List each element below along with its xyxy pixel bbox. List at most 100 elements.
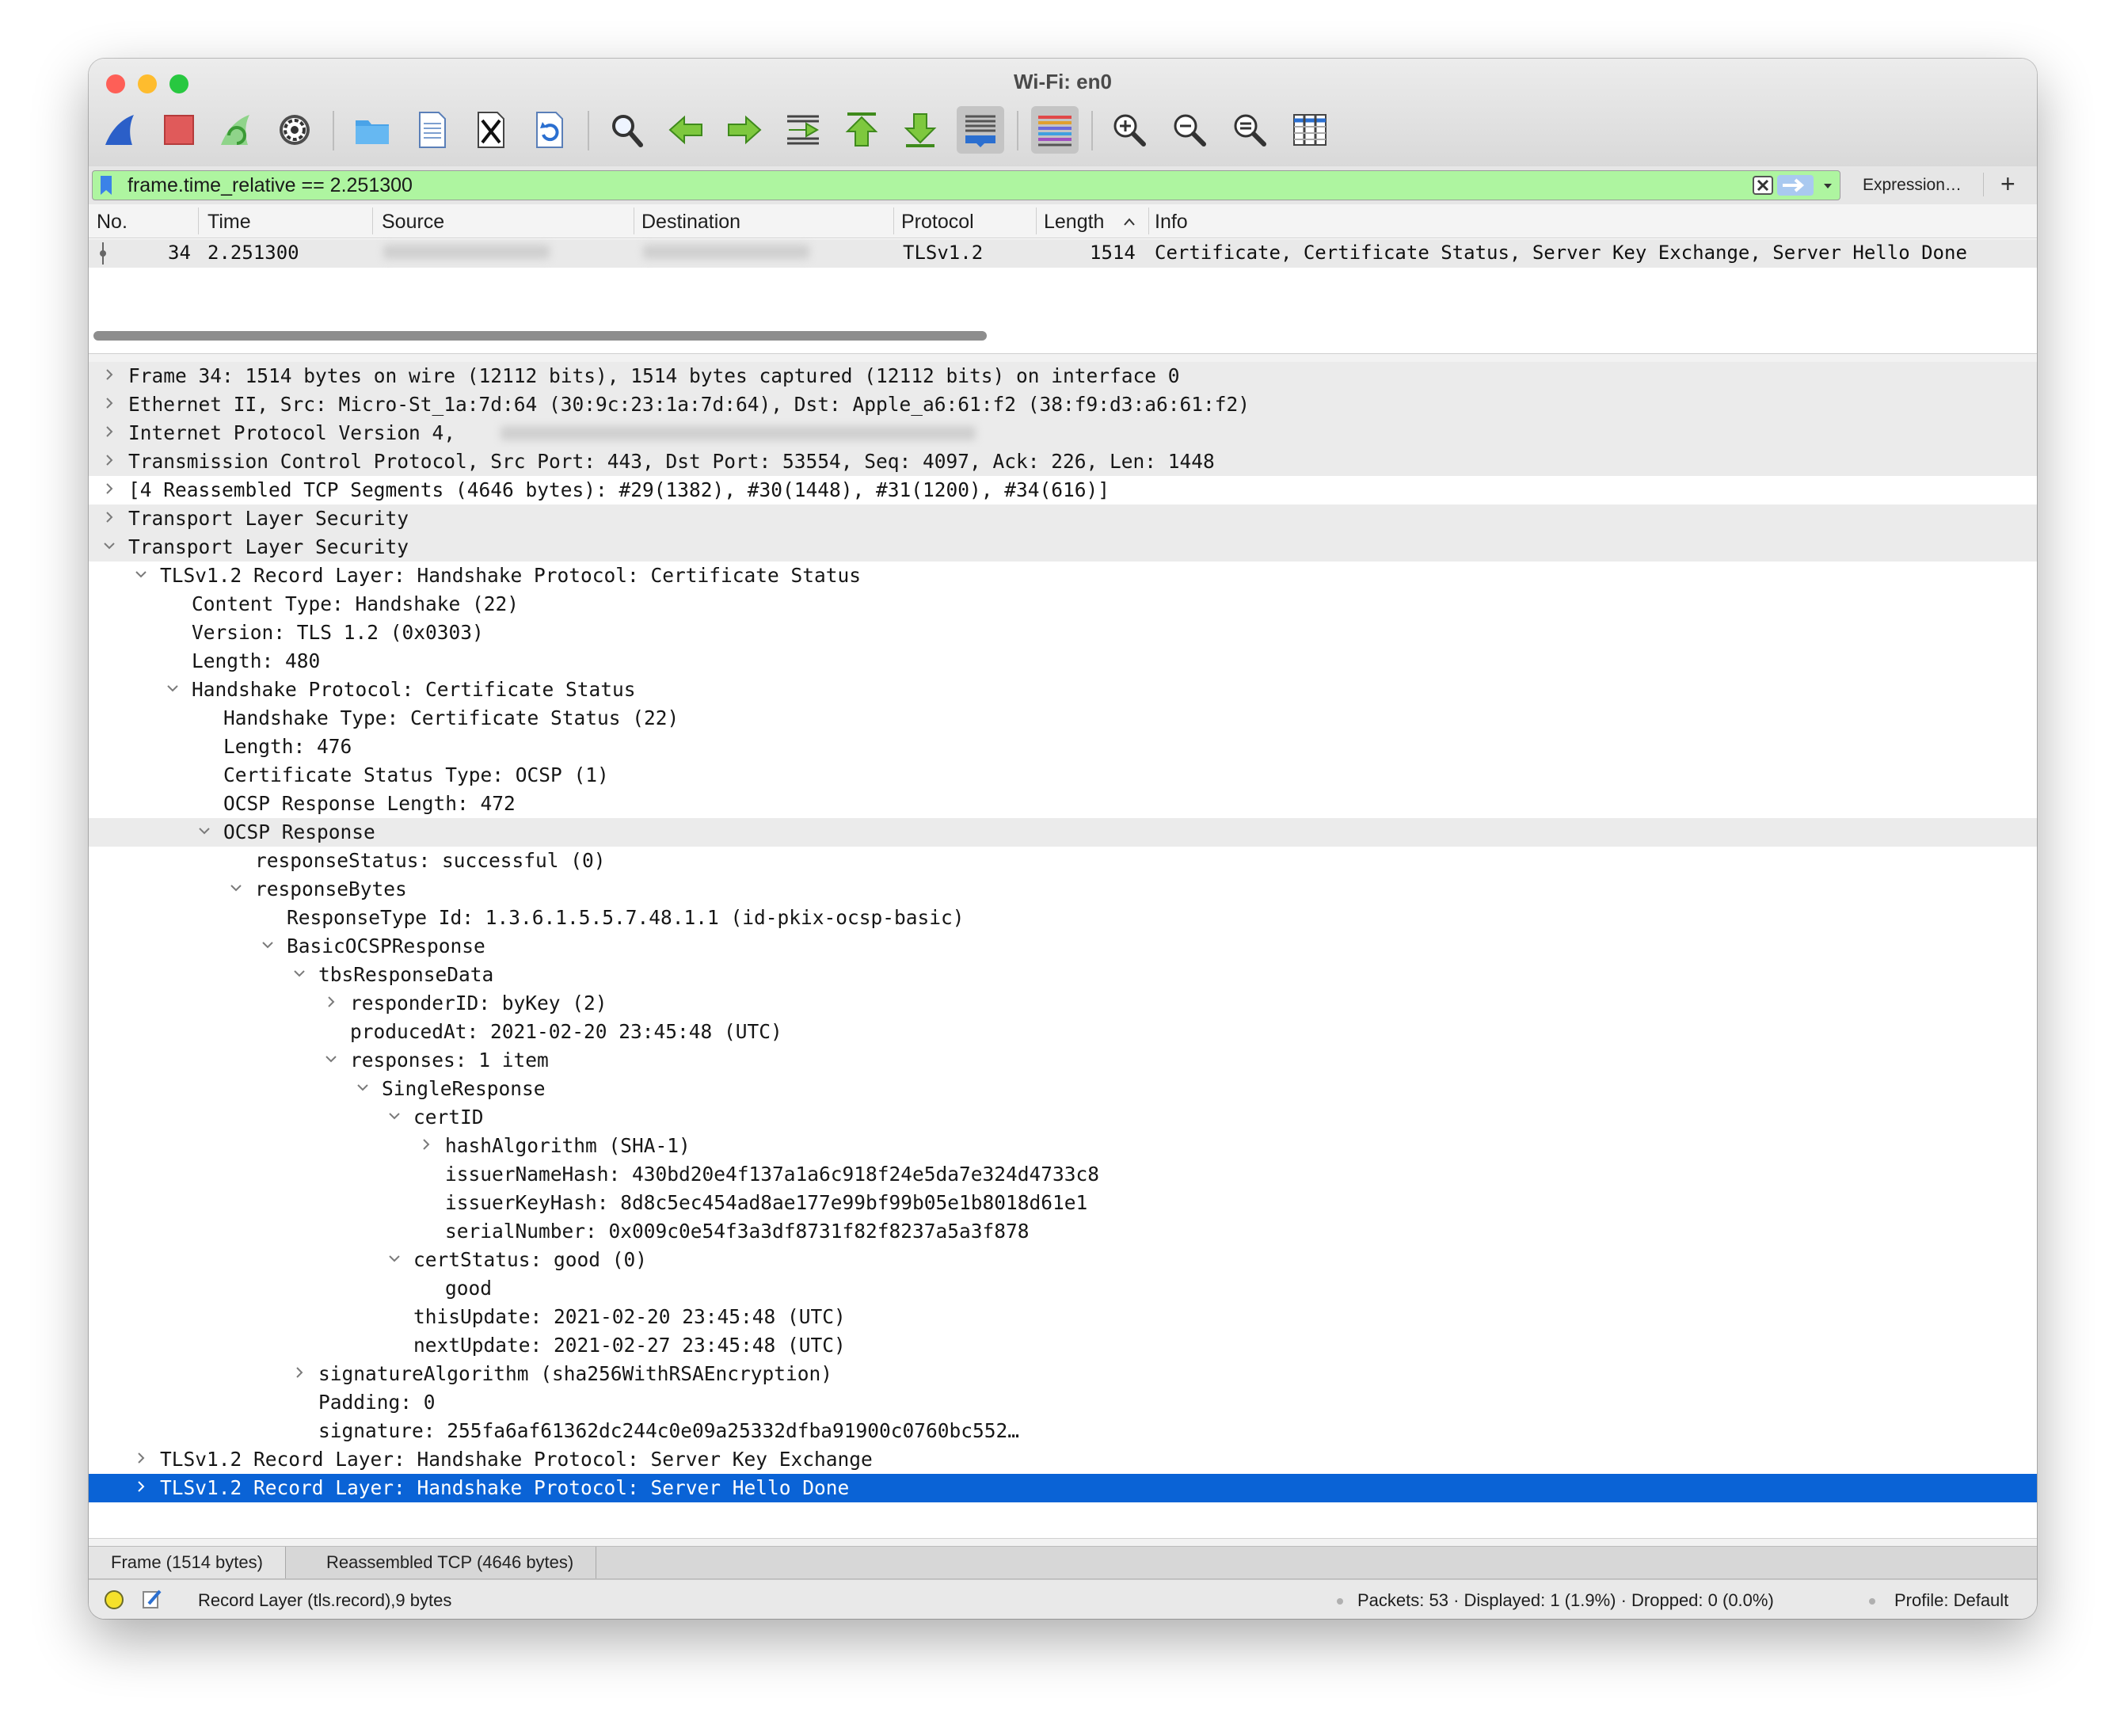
tree-row[interactable]: OCSP Response — [89, 818, 2037, 847]
colorize-button[interactable] — [1031, 106, 1079, 154]
expanded-chevron-icon[interactable] — [165, 680, 181, 696]
start-capture-button[interactable] — [97, 106, 144, 154]
collapsed-chevron-icon[interactable] — [133, 1479, 149, 1494]
tree-row[interactable]: Ethernet II, Src: Micro-St_1a:7d:64 (30:… — [89, 390, 2037, 419]
zoom-out-button[interactable] — [1166, 106, 1213, 154]
tree-row[interactable]: serialNumber: 0x009c0e54f3a3df8731f82f82… — [89, 1217, 2037, 1246]
tree-row[interactable]: Length: 476 — [89, 733, 2037, 761]
tree-row[interactable]: producedAt: 2021-02-20 23:45:48 (UTC) — [89, 1018, 2037, 1046]
tree-row[interactable]: tbsResponseData — [89, 961, 2037, 989]
collapsed-chevron-icon[interactable] — [101, 509, 117, 525]
expanded-chevron-icon[interactable] — [386, 1108, 402, 1124]
column-protocol[interactable]: Protocol — [901, 211, 974, 234]
tree-row[interactable]: issuerKeyHash: 8d8c5ec454ad8ae177e99bf99… — [89, 1189, 2037, 1217]
column-separator[interactable] — [893, 207, 894, 234]
expanded-chevron-icon[interactable] — [291, 965, 307, 981]
tree-row[interactable]: nextUpdate: 2021-02-27 23:45:48 (UTC) — [89, 1331, 2037, 1360]
find-packet-button[interactable] — [603, 106, 651, 154]
edit-comment-icon[interactable] — [141, 1588, 163, 1610]
collapsed-chevron-icon[interactable] — [323, 994, 339, 1010]
tree-row[interactable]: Version: TLS 1.2 (0x0303) — [89, 619, 2037, 647]
go-to-last-button[interactable] — [896, 106, 944, 154]
go-to-first-button[interactable] — [838, 106, 885, 154]
expanded-chevron-icon[interactable] — [355, 1079, 371, 1095]
collapsed-chevron-icon[interactable] — [418, 1136, 434, 1152]
display-filter-input[interactable]: frame.time_relative == 2.251300 — [92, 170, 1840, 200]
column-info[interactable]: Info — [1155, 211, 1188, 234]
tree-row[interactable]: Frame 34: 1514 bytes on wire (12112 bits… — [89, 362, 2037, 390]
tree-row[interactable]: issuerNameHash: 430bd20e4f137a1a6c918f24… — [89, 1160, 2037, 1189]
column-separator[interactable] — [1036, 207, 1037, 234]
reload-file-button[interactable] — [526, 106, 573, 154]
expanded-chevron-icon[interactable] — [101, 538, 117, 554]
open-file-button[interactable] — [348, 106, 396, 154]
expanded-chevron-icon[interactable] — [228, 880, 244, 896]
tree-row[interactable]: Padding: 0 — [89, 1388, 2037, 1417]
tree-row[interactable]: [4 Reassembled TCP Segments (4646 bytes)… — [89, 476, 2037, 504]
tab-frame-bytes[interactable]: Frame (1514 bytes) — [89, 1547, 286, 1578]
expanded-chevron-icon[interactable] — [260, 937, 276, 953]
restart-capture-button[interactable] — [212, 106, 260, 154]
tree-row[interactable]: good — [89, 1274, 2037, 1303]
tree-row[interactable]: BasicOCSPResponse — [89, 932, 2037, 961]
apply-filter-button[interactable] — [1776, 174, 1814, 196]
collapsed-chevron-icon[interactable] — [291, 1365, 307, 1380]
tree-row[interactable]: responseStatus: successful (0) — [89, 847, 2037, 875]
tree-row[interactable]: certID — [89, 1103, 2037, 1132]
tree-row[interactable]: OCSP Response Length: 472 — [89, 790, 2037, 818]
collapsed-chevron-icon[interactable] — [101, 481, 117, 497]
recent-filters-dropdown[interactable] — [1819, 174, 1837, 196]
tree-row[interactable]: responses: 1 item — [89, 1046, 2037, 1075]
column-time[interactable]: Time — [207, 211, 251, 234]
tree-row[interactable]: Transport Layer Security — [89, 504, 2037, 533]
clear-filter-button[interactable] — [1753, 176, 1773, 195]
tree-row[interactable]: Length: 480 — [89, 647, 2037, 676]
packet-row[interactable]: 34 2.251300 TLSv1.2 1514 Certificate, Ce… — [89, 239, 2037, 268]
tree-row[interactable]: ResponseType Id: 1.3.6.1.5.5.7.48.1.1 (i… — [89, 904, 2037, 932]
add-filter-button[interactable]: + — [2000, 169, 2016, 199]
collapsed-chevron-icon[interactable] — [101, 452, 117, 468]
close-file-button[interactable] — [467, 106, 515, 154]
column-length[interactable]: Length — [1044, 211, 1104, 234]
zoom-in-button[interactable] — [1106, 106, 1153, 154]
bookmark-icon[interactable] — [99, 175, 113, 196]
normal-size-button[interactable] — [1226, 106, 1273, 154]
column-source[interactable]: Source — [382, 211, 444, 234]
column-separator[interactable] — [372, 207, 373, 234]
collapsed-chevron-icon[interactable] — [101, 424, 117, 440]
save-file-button[interactable] — [409, 106, 456, 154]
tree-row[interactable]: TLSv1.2 Record Layer: Handshake Protocol… — [89, 562, 2037, 590]
tree-row[interactable]: Handshake Protocol: Certificate Status — [89, 676, 2037, 704]
tab-reassembled-tcp[interactable]: Reassembled TCP (4646 bytes) — [304, 1547, 597, 1578]
tree-row[interactable]: signature: 255fa6af61362dc244c0e09a25332… — [89, 1417, 2037, 1445]
go-forward-button[interactable] — [721, 106, 768, 154]
tree-row[interactable]: Transmission Control Protocol, Src Port:… — [89, 447, 2037, 476]
expert-info-icon[interactable] — [103, 1589, 125, 1611]
tree-row[interactable]: Transport Layer Security — [89, 533, 2037, 562]
tree-row[interactable]: responseBytes — [89, 875, 2037, 904]
collapsed-chevron-icon[interactable] — [101, 395, 117, 411]
tree-row-selected[interactable]: TLSv1.2 Record Layer: Handshake Protocol… — [89, 1474, 2037, 1502]
expression-button[interactable]: Expression… — [1863, 176, 1962, 195]
collapsed-chevron-icon[interactable] — [101, 367, 117, 383]
tree-row[interactable]: signatureAlgorithm (sha256WithRSAEncrypt… — [89, 1360, 2037, 1388]
tree-row[interactable]: TLSv1.2 Record Layer: Handshake Protocol… — [89, 1445, 2037, 1474]
expanded-chevron-icon[interactable] — [323, 1051, 339, 1067]
column-separator[interactable] — [1148, 207, 1149, 234]
tree-row[interactable]: Internet Protocol Version 4, — [89, 419, 2037, 447]
tree-row[interactable]: Certificate Status Type: OCSP (1) — [89, 761, 2037, 790]
column-separator[interactable] — [198, 207, 199, 234]
expanded-chevron-icon[interactable] — [133, 566, 149, 582]
collapsed-chevron-icon[interactable] — [133, 1450, 149, 1466]
tree-row[interactable]: thisUpdate: 2021-02-20 23:45:48 (UTC) — [89, 1303, 2037, 1331]
go-back-button[interactable] — [662, 106, 710, 154]
capture-options-button[interactable] — [271, 106, 318, 154]
tree-row[interactable]: hashAlgorithm (SHA-1) — [89, 1132, 2037, 1160]
expanded-chevron-icon[interactable] — [386, 1251, 402, 1266]
stop-capture-button[interactable] — [155, 106, 203, 154]
tree-row[interactable]: SingleResponse — [89, 1075, 2037, 1103]
column-destination[interactable]: Destination — [641, 211, 740, 234]
tree-row[interactable]: Content Type: Handshake (22) — [89, 590, 2037, 619]
auto-scroll-button[interactable] — [957, 106, 1004, 154]
horizontal-scrollbar[interactable] — [93, 331, 987, 341]
